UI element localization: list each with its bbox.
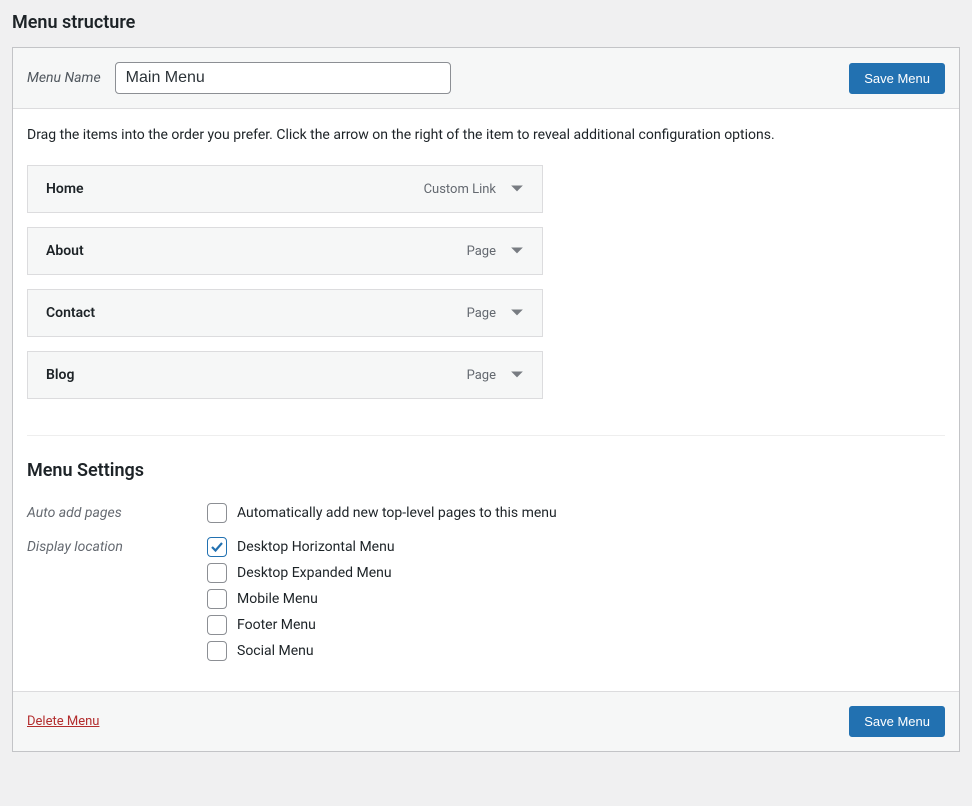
auto-add-pages-row: Auto add pages Automatically add new top… [27, 503, 945, 523]
menu-item-controls: Page [467, 244, 524, 259]
chevron-down-icon[interactable] [510, 306, 524, 320]
checkbox[interactable] [207, 537, 227, 557]
menu-item-title: Home [46, 181, 84, 197]
display-location-label: Display location [27, 537, 207, 555]
menu-item-controls: Page [467, 368, 524, 383]
menu-item[interactable]: Home Custom Link [27, 165, 543, 213]
location-option-social[interactable]: Social Menu [207, 641, 395, 661]
menu-item[interactable]: Contact Page [27, 289, 543, 337]
menu-item-type: Custom Link [424, 182, 496, 197]
menu-item-title: Contact [46, 305, 95, 321]
display-location-row: Display location Desktop Horizontal Menu… [27, 537, 945, 661]
menu-item-type: Page [467, 244, 496, 259]
checkbox[interactable] [207, 563, 227, 583]
menu-name-wrap: Menu Name [27, 62, 451, 94]
menu-item-controls: Page [467, 306, 524, 321]
menu-body: Drag the items into the order you prefer… [13, 109, 959, 691]
menu-item[interactable]: Blog Page [27, 351, 543, 399]
location-option-desktop-horizontal[interactable]: Desktop Horizontal Menu [207, 537, 395, 557]
save-menu-button-top[interactable]: Save Menu [849, 63, 945, 94]
checkbox-label: Social Menu [237, 643, 314, 659]
menu-footer: Delete Menu Save Menu [13, 691, 959, 751]
chevron-down-icon[interactable] [510, 244, 524, 258]
checkbox-label: Desktop Expanded Menu [237, 565, 392, 581]
menu-settings-title: Menu Settings [27, 460, 945, 481]
menu-editor: Menu Name Save Menu Drag the items into … [12, 47, 960, 752]
chevron-down-icon[interactable] [510, 368, 524, 382]
checkbox-label: Automatically add new top-level pages to… [237, 505, 557, 521]
auto-add-pages-label: Auto add pages [27, 503, 207, 521]
location-option-footer[interactable]: Footer Menu [207, 615, 395, 635]
checkbox[interactable] [207, 589, 227, 609]
divider [27, 435, 945, 436]
chevron-down-icon[interactable] [510, 182, 524, 196]
menu-name-label: Menu Name [27, 70, 101, 86]
menu-item-controls: Custom Link [424, 182, 524, 197]
instructions: Drag the items into the order you prefer… [27, 127, 945, 143]
checkbox[interactable] [207, 615, 227, 635]
location-option-mobile[interactable]: Mobile Menu [207, 589, 395, 609]
menu-item-type: Page [467, 368, 496, 383]
menu-item-title: About [46, 243, 84, 259]
menu-name-input[interactable] [115, 62, 451, 94]
location-option-desktop-expanded[interactable]: Desktop Expanded Menu [207, 563, 395, 583]
delete-menu-link[interactable]: Delete Menu [27, 714, 99, 729]
checkbox[interactable] [207, 503, 227, 523]
page-title: Menu structure [12, 12, 960, 33]
checkbox-label: Desktop Horizontal Menu [237, 539, 395, 555]
menu-item-title: Blog [46, 367, 74, 383]
menu-item[interactable]: About Page [27, 227, 543, 275]
checkbox[interactable] [207, 641, 227, 661]
menu-item-type: Page [467, 306, 496, 321]
save-menu-button-bottom[interactable]: Save Menu [849, 706, 945, 737]
auto-add-pages-option[interactable]: Automatically add new top-level pages to… [207, 503, 557, 523]
checkbox-label: Footer Menu [237, 617, 316, 633]
menu-items-list: Home Custom Link About Page [27, 165, 543, 399]
menu-header: Menu Name Save Menu [13, 48, 959, 109]
checkbox-label: Mobile Menu [237, 591, 318, 607]
